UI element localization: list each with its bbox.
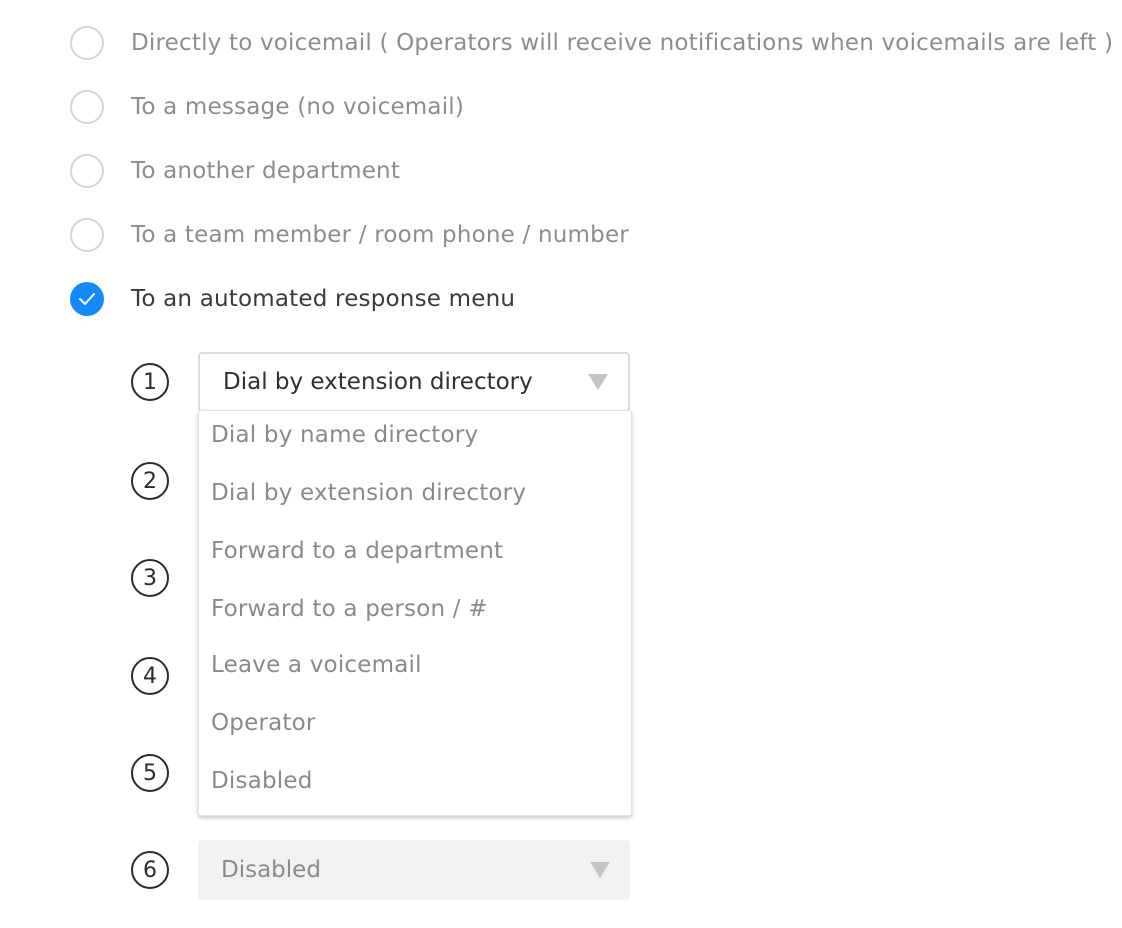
- radio-button[interactable]: [70, 26, 104, 60]
- dropdown-option[interactable]: Dial by name directory: [211, 422, 478, 448]
- dropdown-option[interactable]: Forward to a person / #: [211, 596, 488, 622]
- menu-key-5-badge: 5: [131, 754, 169, 792]
- dropdown-option[interactable]: Disabled: [211, 768, 313, 794]
- menu-key-1-badge: 1: [131, 363, 169, 401]
- menu-key-4-badge: 4: [131, 657, 169, 695]
- dropdown-option[interactable]: Dial by extension directory: [211, 480, 526, 506]
- routing-option-message[interactable]: To a message (no voicemail): [70, 88, 464, 126]
- dropdown-option[interactable]: Forward to a department: [211, 538, 503, 564]
- menu-key-6-select[interactable]: Disabled: [198, 840, 630, 900]
- dropdown-option[interactable]: Leave a voicemail: [211, 652, 422, 678]
- routing-option-voicemail[interactable]: Directly to voicemail ( Operators will r…: [70, 24, 1113, 62]
- routing-option-department[interactable]: To another department: [70, 152, 400, 190]
- menu-key-2-badge: 2: [131, 462, 169, 500]
- routing-option-label: To a message (no voicemail): [131, 94, 465, 120]
- menu-key-6-badge: 6: [131, 851, 169, 889]
- routing-option-label: To another department: [131, 158, 401, 184]
- chevron-down-icon: [588, 374, 608, 390]
- dropdown-option[interactable]: Operator: [211, 710, 316, 736]
- routing-option-label: To a team member / room phone / number: [131, 222, 629, 248]
- menu-key-1-select[interactable]: Dial by extension directory: [198, 352, 630, 412]
- radio-button-checked[interactable]: [70, 282, 104, 316]
- checkmark-icon: [79, 293, 95, 305]
- routing-option-team-member[interactable]: To a team member / room phone / number: [70, 216, 629, 254]
- ivr-settings-page: Directly to voicemail ( Operators will r…: [0, 0, 1122, 928]
- radio-button[interactable]: [70, 90, 104, 124]
- routing-option-label: To an automated response menu: [131, 286, 516, 312]
- select-value: Disabled: [221, 857, 321, 883]
- routing-option-label: Directly to voicemail ( Operators will r…: [131, 30, 1114, 56]
- radio-button[interactable]: [70, 154, 104, 188]
- radio-button[interactable]: [70, 218, 104, 252]
- routing-option-automated-menu[interactable]: To an automated response menu: [70, 280, 515, 318]
- menu-key-3-badge: 3: [131, 559, 169, 597]
- chevron-down-icon: [590, 862, 610, 878]
- select-value: Dial by extension directory: [223, 369, 533, 395]
- menu-key-1-dropdown-list: Dial by name directory Dial by extension…: [198, 410, 632, 816]
